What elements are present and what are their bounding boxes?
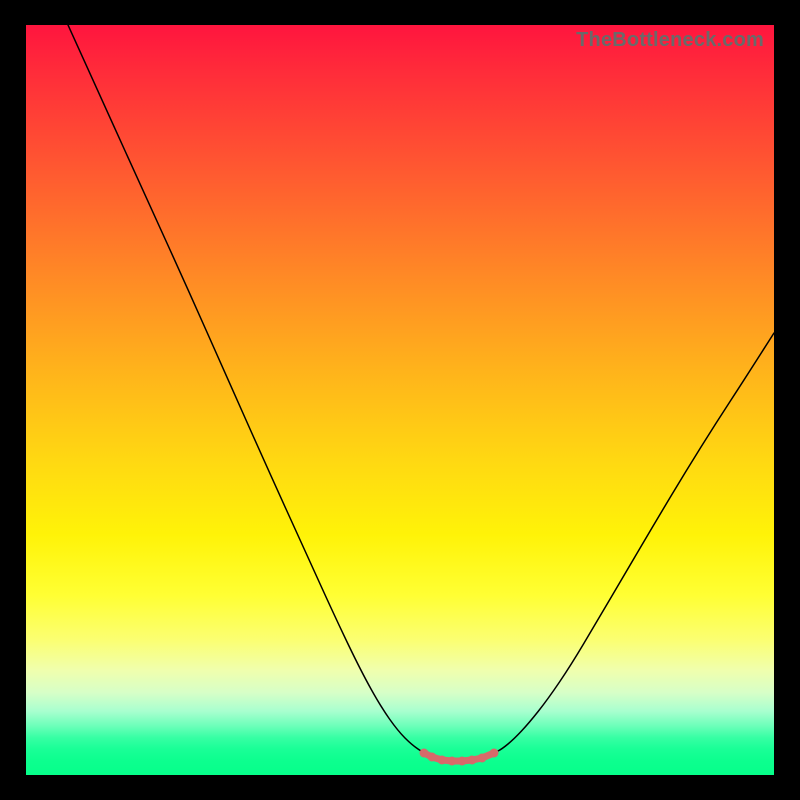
marker-dot xyxy=(458,757,467,766)
marker-dot xyxy=(420,749,429,758)
marker-dot xyxy=(468,756,477,765)
marker-dot xyxy=(448,757,457,766)
marker-dot xyxy=(478,754,487,763)
bottom-marker-cluster xyxy=(420,749,499,766)
curve-right-arm xyxy=(494,333,774,753)
marker-dot xyxy=(438,756,447,765)
curve-left-arm xyxy=(68,25,424,753)
chart-svg xyxy=(26,25,774,775)
marker-dot xyxy=(428,753,437,762)
marker-dot xyxy=(490,749,499,758)
chart-plot-area: TheBottleneck.com xyxy=(26,25,774,775)
